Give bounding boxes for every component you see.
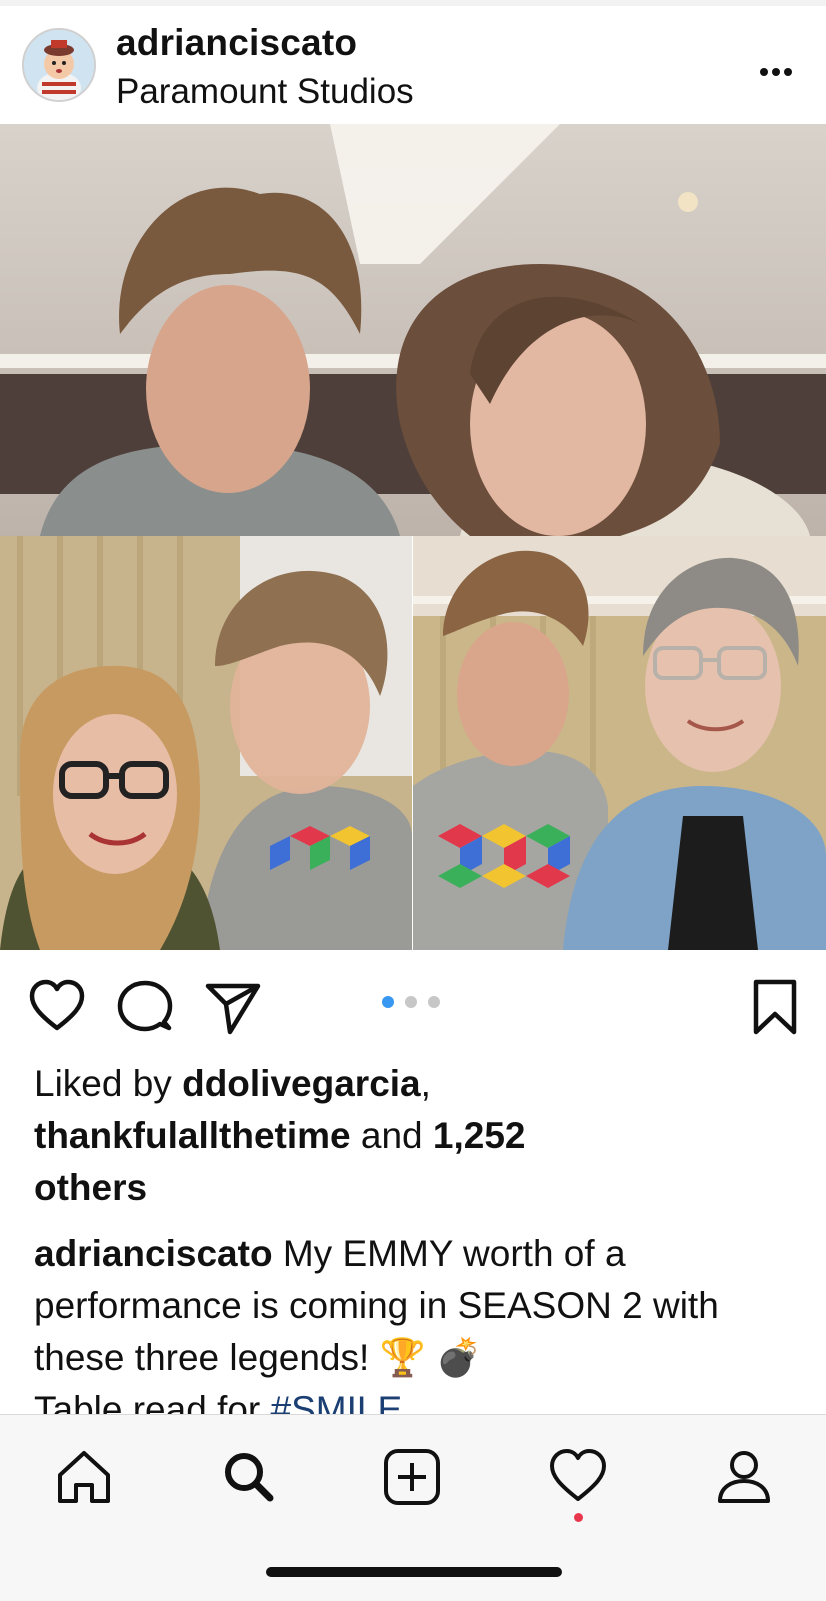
comment-bubble-icon[interactable] <box>116 978 174 1036</box>
likes-separator: , <box>420 1063 431 1104</box>
liker-link[interactable]: ddolivegarcia <box>182 1063 421 1104</box>
likes-prefix: Liked by <box>34 1063 183 1104</box>
post-photo-top[interactable] <box>0 124 826 536</box>
add-post-icon[interactable] <box>380 1445 444 1509</box>
bottom-tab-bar <box>0 1414 826 1601</box>
more-dots-icon[interactable] <box>748 46 808 86</box>
post-username[interactable]: adrianciscato <box>116 22 357 64</box>
heart-icon[interactable] <box>28 978 86 1036</box>
post-caption: adrianciscato My EMMY worth of a perform… <box>34 1228 804 1436</box>
post-location[interactable]: Paramount Studios <box>116 72 414 112</box>
likes-summary: Liked by ddolivegarcia, thankfulallthetim… <box>34 1058 794 1214</box>
carousel-dot <box>405 996 417 1008</box>
carousel-dot <box>428 996 440 1008</box>
likes-count[interactable]: 1,252 <box>433 1115 526 1156</box>
profile-icon[interactable] <box>712 1445 776 1509</box>
home-indicator[interactable] <box>266 1567 562 1577</box>
post-header: adrianciscato Paramount Studios <box>0 6 826 124</box>
likes-suffix[interactable]: others <box>34 1167 147 1208</box>
notification-dot <box>574 1513 583 1522</box>
search-icon[interactable] <box>216 1445 280 1509</box>
post-photo-bottom-left[interactable] <box>0 536 412 950</box>
caption-username[interactable]: adrianciscato <box>34 1233 273 1274</box>
home-icon[interactable] <box>52 1445 116 1509</box>
liker-link[interactable]: thankfulallthetime <box>34 1115 351 1156</box>
activity-heart-icon[interactable] <box>546 1445 610 1509</box>
post-photo-bottom-right[interactable] <box>413 536 826 950</box>
paper-plane-icon[interactable] <box>204 978 262 1036</box>
bookmark-icon[interactable] <box>746 978 804 1036</box>
carousel-dot-active <box>382 996 394 1008</box>
avatar[interactable] <box>22 28 96 102</box>
likes-middle: and <box>350 1115 433 1156</box>
